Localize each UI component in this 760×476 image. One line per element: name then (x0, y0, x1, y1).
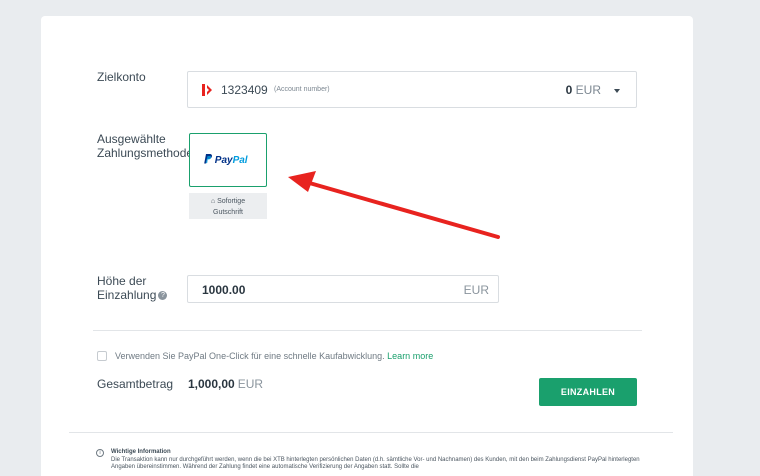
help-icon[interactable]: ? (158, 291, 168, 301)
section-divider (93, 330, 642, 331)
total-amount-currency: EUR (237, 377, 264, 391)
deposit-amount-value[interactable]: 1000.00 (202, 283, 245, 297)
info-icon: i (96, 449, 104, 457)
payment-method-label: Ausgewählte Zahlungsmethode (97, 132, 193, 160)
oneclick-checkbox[interactable] (97, 351, 107, 361)
deposit-amount-label: Höhe der Einzahlung? (97, 274, 168, 302)
payment-method-paypal[interactable]: PayPal (189, 133, 267, 187)
account-number-hint: (Account number) (274, 86, 330, 93)
instant-credit-badge: ⌂ Sofortige Gutschrift (189, 193, 267, 219)
paypal-logo-pay: Pay (214, 155, 233, 166)
target-account-select[interactable]: 1323409 (Account number) 0 EUR (187, 71, 637, 108)
paypal-logo: PayPal (204, 154, 248, 166)
account-balance: 0 EUR (566, 83, 601, 97)
deposit-submit-button[interactable]: EINZAHLEN (539, 378, 637, 406)
badge-line2: Gutschrift (213, 209, 243, 216)
deposit-label-line2: Einzahlung (97, 288, 157, 302)
annotation-arrow (288, 171, 500, 239)
deposit-label-line1: Höhe der (97, 274, 147, 288)
account-balance-currency: EUR (575, 83, 601, 97)
total-amount: 1,000,00 EUR (188, 377, 263, 391)
account-balance-value: 0 (565, 83, 573, 97)
payment-method-label-line2: Zahlungsmethode (97, 146, 194, 160)
home-icon: ⌂ (210, 198, 216, 205)
xtb-logo-icon (202, 84, 212, 96)
deposit-amount-input[interactable]: 1000.00 EUR (187, 275, 499, 303)
oneclick-description: Verwenden Sie PayPal One-Click für eine … (115, 351, 385, 361)
badge-line1: Sofortige (217, 198, 246, 205)
oneclick-text: Verwenden Sie PayPal One-Click für eine … (115, 351, 433, 361)
total-label: Gesamtbetrag (97, 377, 174, 391)
chevron-down-icon[interactable] (614, 89, 620, 93)
paypal-logo-pal: Pal (232, 155, 248, 166)
deposit-amount-currency: EUR (463, 283, 489, 297)
total-amount-value: 1,000,00 (188, 377, 235, 391)
learn-more-link[interactable]: Learn more (387, 351, 433, 361)
payment-method-label-line1: Ausgewählte (97, 132, 166, 146)
info-divider (69, 432, 673, 433)
account-number: 1323409 (221, 83, 268, 97)
info-text: Die Transaktion kann nur durchgeführt we… (111, 457, 640, 470)
info-title: Wichtige Information (111, 449, 171, 455)
paypal-mark-icon (204, 154, 212, 164)
target-account-label: Zielkonto (97, 70, 146, 84)
